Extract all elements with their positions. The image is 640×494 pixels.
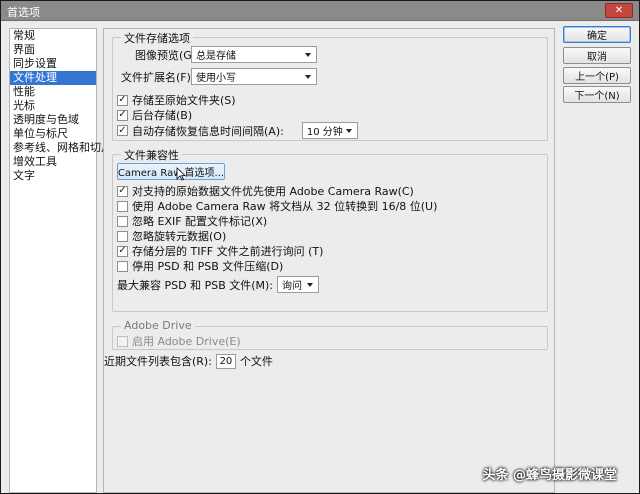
disable-compression-label: 停用 PSD 和 PSB 文件压缩(D) [132, 260, 284, 273]
disable-compression-checkbox[interactable] [117, 260, 128, 272]
preferences-dialog: 首选项 ✕ 常规 界面 同步设置 文件处理 性能 光标 透明度与色域 单位与标尺… [0, 0, 640, 494]
disable-compression-row[interactable]: 停用 PSD 和 PSB 文件压缩(D) [117, 258, 283, 274]
save-to-original-folder-label: 存储至原始文件夹(S) [132, 94, 236, 107]
prefer-camera-raw-label: 对支持的原始数据文件优先使用 Adobe Camera Raw(C) [132, 185, 414, 198]
camera-raw-convert-row[interactable]: 使用 Adobe Camera Raw 将文档从 32 位转换到 16/8 位(… [117, 198, 437, 214]
window-title: 首选项 [7, 6, 40, 19]
ignore-exif-label: 忽略 EXIF 配置文件标记(X) [132, 215, 268, 228]
extension-row: 文件扩展名(F): 使用小写 [121, 68, 317, 85]
auto-save-row: 自动存储恢复信息时间间隔(A): 10 分钟 [117, 122, 358, 139]
recent-files-row: 近期文件列表包含(R): 20 个文件 [104, 353, 273, 369]
ignore-exif-checkbox[interactable] [117, 215, 128, 227]
close-icon[interactable]: ✕ [605, 3, 633, 18]
camera-raw-convert-label: 使用 Adobe Camera Raw 将文档从 32 位转换到 16/8 位(… [132, 200, 438, 213]
enable-adobe-drive-row: 启用 Adobe Drive(E) [117, 333, 241, 349]
next-button[interactable]: 下一个(N) [563, 86, 631, 103]
recent-files-count-input[interactable]: 20 [215, 353, 236, 369]
sidebar-item-type[interactable]: 文字 [10, 169, 96, 183]
max-compatibility-select[interactable]: 询问 [277, 276, 320, 293]
file-saving-group: 文件存储选项 图像预览(G): 总是存储 文件扩展名(F): 使用小写 ✓ 存储… [112, 30, 548, 141]
ignore-rotation-checkbox[interactable] [117, 230, 128, 242]
sidebar-item-interface[interactable]: 界面 [10, 43, 96, 57]
watermark-text: 头条 @蜂鸟摄影微课堂 [482, 468, 617, 483]
background-save-row[interactable]: 后台存储(B) [117, 107, 192, 123]
chevron-down-icon [307, 283, 314, 287]
save-to-original-folder-checkbox[interactable] [117, 94, 128, 106]
image-preview-label: 图像预览(G): [135, 48, 200, 62]
cancel-button[interactable]: 取消 [563, 47, 631, 64]
ok-button[interactable]: 确定 [563, 26, 631, 43]
sidebar-item-performance[interactable]: 性能 [10, 85, 96, 99]
title-bar[interactable]: 首选项 ✕ [1, 1, 639, 21]
mouse-pointer-icon [176, 167, 186, 181]
save-to-original-folder-row[interactable]: 存储至原始文件夹(S) [117, 92, 236, 108]
extension-label: 文件扩展名(F): [121, 70, 195, 84]
category-list: 常规 界面 同步设置 文件处理 性能 光标 透明度与色域 单位与标尺 参考线、网… [9, 28, 112, 493]
background-save-checkbox[interactable] [117, 109, 128, 121]
sidebar-item-general[interactable]: 常规 [10, 29, 96, 43]
ask-layered-tiff-row[interactable]: 存储分层的 TIFF 文件之前进行询问 (T) [117, 243, 323, 259]
adobe-drive-group-title: Adobe Drive [121, 319, 195, 332]
enable-adobe-drive-label: 启用 Adobe Drive(E) [132, 335, 241, 348]
enable-adobe-drive-checkbox [117, 335, 128, 347]
ignore-rotation-row[interactable]: 忽略旋转元数据(O) [117, 228, 226, 244]
image-preview-value: 总是存储 [196, 51, 236, 62]
previous-button[interactable]: 上一个(P) [563, 67, 631, 84]
chevron-down-icon [345, 129, 352, 133]
ignore-rotation-label: 忽略旋转元数据(O) [132, 230, 227, 243]
camera-raw-preferences-button[interactable]: Camera Raw 首选项... [117, 163, 225, 180]
dialog-body: 常规 界面 同步设置 文件处理 性能 光标 透明度与色域 单位与标尺 参考线、网… [1, 22, 639, 493]
max-compatibility-row: 最大兼容 PSD 和 PSB 文件(M): 询问 [117, 276, 320, 293]
sidebar-item-plugins[interactable]: 增效工具 [10, 155, 96, 169]
auto-save-interval-select[interactable]: 10 分钟 [301, 122, 358, 139]
chevron-down-icon [305, 53, 311, 57]
ask-layered-tiff-checkbox[interactable] [117, 245, 128, 257]
image-preview-select[interactable]: 总是存储 [191, 46, 317, 63]
chevron-down-icon [305, 75, 311, 79]
ignore-exif-row[interactable]: 忽略 EXIF 配置文件标记(X) [117, 213, 267, 229]
extension-select[interactable]: 使用小写 [191, 68, 317, 85]
auto-save-checkbox[interactable] [117, 125, 128, 136]
camera-raw-convert-checkbox[interactable] [117, 200, 128, 212]
auto-save-interval-value: 10 分钟 [306, 127, 343, 138]
auto-save-label: 自动存储恢复信息时间间隔(A): [132, 124, 284, 138]
adobe-drive-group: Adobe Drive 启用 Adobe Drive(E) [112, 319, 548, 350]
prefer-camera-raw-row[interactable]: 对支持的原始数据文件优先使用 Adobe Camera Raw(C) [117, 183, 414, 199]
recent-files-suffix: 个文件 [239, 355, 273, 368]
sidebar-item-cursors[interactable]: 光标 [10, 99, 96, 113]
file-handling-panel: 文件存储选项 图像预览(G): 总是存储 文件扩展名(F): 使用小写 ✓ 存储… [103, 28, 555, 493]
sidebar-item-file-handling[interactable]: 文件处理 [10, 71, 96, 85]
sidebar-item-transparency-gamut[interactable]: 透明度与色域 [10, 113, 96, 127]
sidebar-item-sync-settings[interactable]: 同步设置 [10, 57, 96, 71]
background-save-label: 后台存储(B) [132, 109, 193, 122]
max-compatibility-value: 询问 [282, 281, 303, 292]
prefer-camera-raw-checkbox[interactable] [117, 185, 128, 197]
extension-value: 使用小写 [196, 73, 236, 84]
ask-layered-tiff-label: 存储分层的 TIFF 文件之前进行询问 (T) [132, 245, 324, 258]
file-saving-group-title: 文件存储选项 [121, 30, 193, 46]
sidebar-item-units-rulers[interactable]: 单位与标尺 [10, 127, 96, 141]
sidebar-item-guides-grid-slices[interactable]: 参考线、网格和切片 [10, 141, 112, 155]
file-compatibility-group-title: 文件兼容性 [121, 147, 182, 163]
max-compatibility-label: 最大兼容 PSD 和 PSB 文件(M): [117, 278, 274, 292]
image-preview-row: 图像预览(G): 总是存储 [135, 46, 317, 63]
recent-files-label: 近期文件列表包含(R): [104, 355, 212, 368]
